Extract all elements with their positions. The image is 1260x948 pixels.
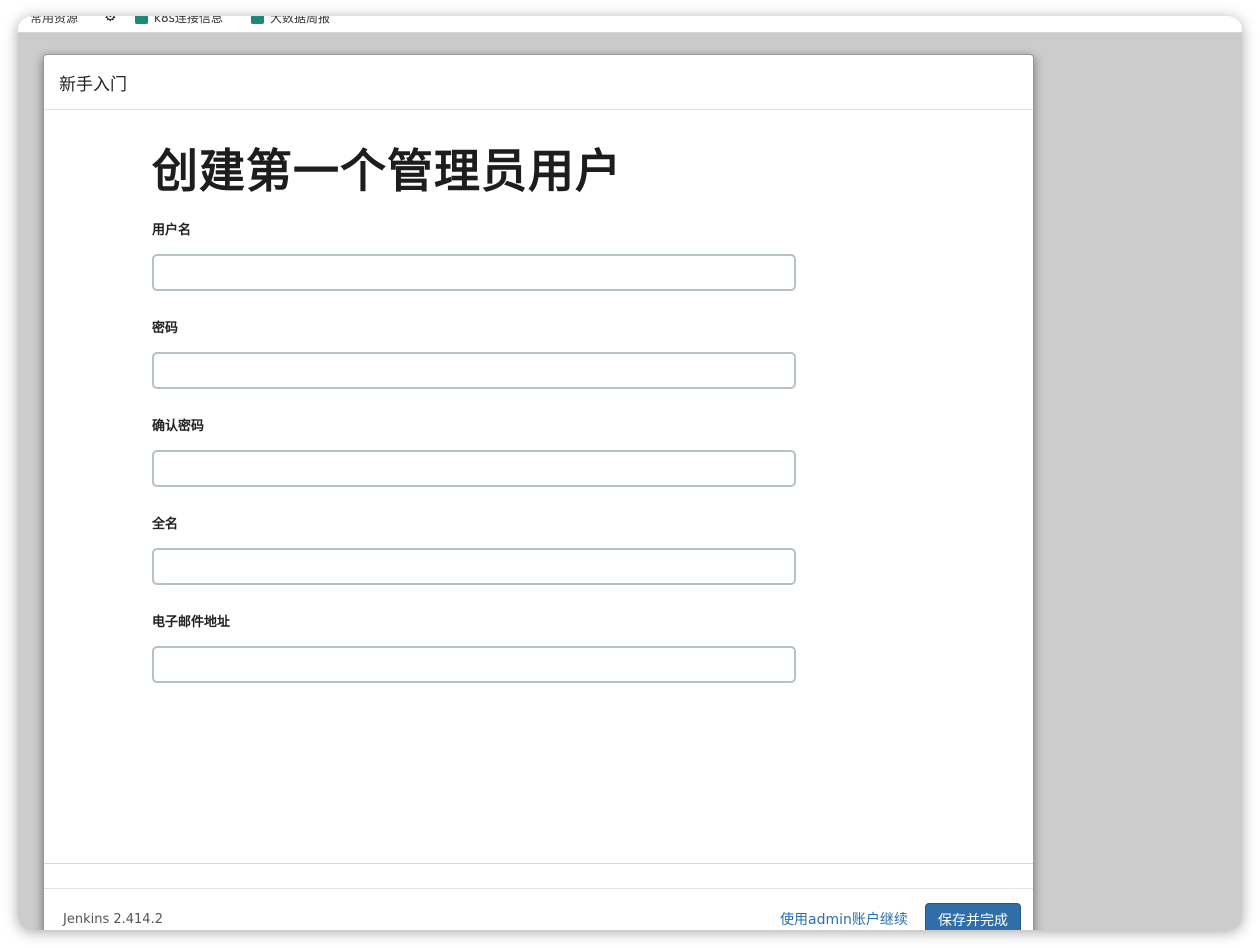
bookmark-item[interactable]: 大数据周报 bbox=[251, 16, 330, 25]
folder-icon bbox=[251, 16, 264, 24]
bookmarks-bar: 常用资源 ⚙ k8s连接信息 大数据周报 bbox=[18, 16, 1242, 33]
continue-as-admin-link[interactable]: 使用admin账户继续 bbox=[780, 909, 908, 929]
page-title: 创建第一个管理员用户 bbox=[152, 144, 622, 198]
fullname-input[interactable] bbox=[152, 548, 796, 585]
bookmark-label: k8s连接信息 bbox=[154, 16, 223, 25]
gear-icon: ⚙ bbox=[104, 16, 117, 25]
fullname-label: 全名 bbox=[152, 517, 179, 532]
bookmark-item[interactable]: ⚙ bbox=[104, 16, 117, 25]
email-label: 电子邮件地址 bbox=[152, 615, 231, 630]
fullname-field-group: 全名 bbox=[152, 515, 797, 588]
password-input[interactable] bbox=[152, 352, 796, 389]
footer-divider bbox=[44, 863, 1033, 864]
dialog-content: 创建第一个管理员用户 用户名 密码 确认密码 全名 电子邮件地址 bbox=[152, 141, 797, 711]
confirm-password-field-group: 确认密码 bbox=[152, 417, 797, 490]
bookmark-item[interactable]: 常用资源 bbox=[30, 16, 78, 25]
dialog-header: 新手入门 bbox=[44, 55, 1033, 110]
password-field-group: 密码 bbox=[152, 319, 797, 392]
confirm-password-input[interactable] bbox=[152, 450, 796, 487]
footer-divider bbox=[44, 888, 1033, 889]
password-label: 密码 bbox=[152, 321, 179, 336]
email-input[interactable] bbox=[152, 646, 796, 683]
confirm-password-label: 确认密码 bbox=[152, 419, 205, 434]
setup-wizard-dialog: 新手入门 创建第一个管理员用户 用户名 密码 确认密码 全名 电子邮件地址 Je… bbox=[43, 54, 1034, 930]
jenkins-version: Jenkins 2.414.2 bbox=[63, 912, 163, 927]
username-input[interactable] bbox=[152, 254, 796, 291]
email-field-group: 电子邮件地址 bbox=[152, 613, 797, 686]
dialog-header-title: 新手入门 bbox=[59, 74, 127, 95]
folder-icon bbox=[135, 16, 148, 24]
admin-user-form: 用户名 密码 确认密码 全名 电子邮件地址 bbox=[152, 221, 797, 686]
username-field-group: 用户名 bbox=[152, 221, 797, 294]
bookmark-label: 常用资源 bbox=[30, 16, 79, 25]
save-and-finish-button[interactable]: 保存并完成 bbox=[925, 903, 1021, 930]
bookmark-label: 大数据周报 bbox=[270, 16, 331, 25]
browser-window: 常用资源 ⚙ k8s连接信息 大数据周报 新手入门 创建第一个管理员用户 用户名 bbox=[18, 16, 1242, 930]
bookmark-item[interactable]: k8s连接信息 bbox=[135, 16, 223, 25]
username-label: 用户名 bbox=[152, 223, 192, 238]
